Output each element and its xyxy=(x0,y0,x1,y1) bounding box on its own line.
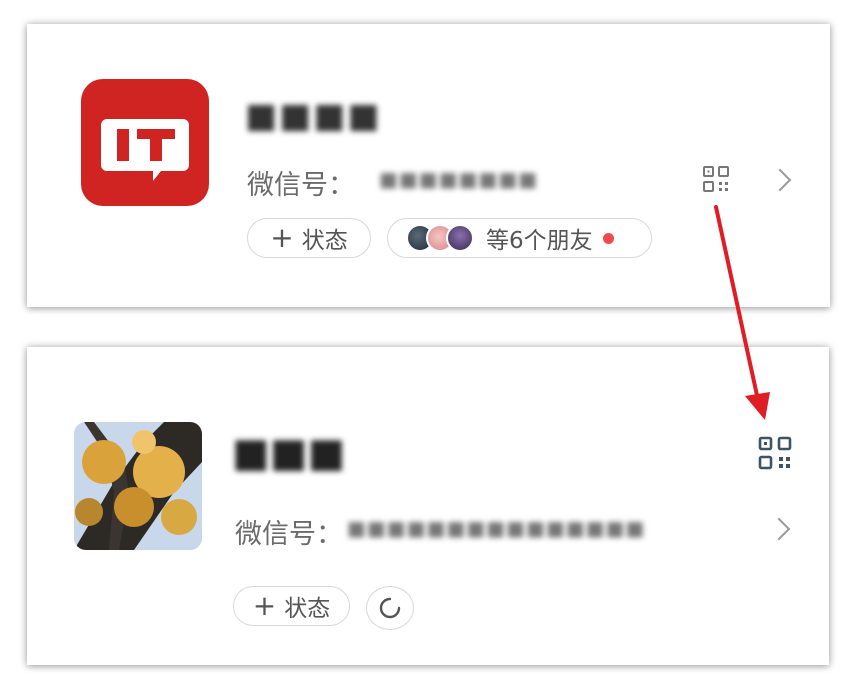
friends-status-button[interactable]: 等6个朋友 xyxy=(387,218,652,258)
screenshot-stage: ■■■■ 微信号： ■■■■■■■■ + 状态 等6个朋友 ■■■ 微信号： ■… xyxy=(0,0,857,691)
profile-card-old: ■■■■ 微信号： ■■■■■■■■ + 状态 等6个朋友 xyxy=(27,24,830,307)
friend-avatar xyxy=(446,224,474,252)
qr-code-icon[interactable] xyxy=(758,436,792,470)
plus-icon: + xyxy=(252,589,277,622)
plus-icon: + xyxy=(270,221,294,254)
status-label: 状态 xyxy=(284,596,331,622)
wechat-id-label: 微信号： xyxy=(235,519,343,550)
app-logo xyxy=(81,79,209,206)
profile-name: ■■■■ xyxy=(245,96,382,136)
it-logo-icon xyxy=(101,119,189,181)
red-dot-icon xyxy=(602,232,614,244)
wechat-id-value: ■■■■■■■■■■■■■■■ xyxy=(347,516,646,540)
chevron-right-icon[interactable] xyxy=(767,517,791,541)
wechat-id-label: 微信号： xyxy=(247,170,355,201)
refresh-circle-icon xyxy=(379,597,401,619)
status-label: 状态 xyxy=(301,228,348,254)
profile-card-new: ■■■ 微信号： ■■■■■■■■■■■■■■■ + 状态 xyxy=(27,347,829,665)
friend-avatars xyxy=(406,224,474,252)
qr-code-icon[interactable] xyxy=(702,165,730,193)
chevron-right-icon[interactable] xyxy=(768,168,792,192)
wechat-id-value: ■■■■■■■■ xyxy=(379,167,539,191)
refresh-circle-button[interactable] xyxy=(366,586,414,630)
avatar-photo xyxy=(74,422,202,550)
status-button[interactable]: + 状态 xyxy=(233,586,350,626)
status-button[interactable]: + 状态 xyxy=(247,218,371,258)
profile-name: ■■■ xyxy=(232,430,346,476)
avatar[interactable] xyxy=(74,422,202,550)
friends-label: 等6个朋友 xyxy=(486,228,593,254)
